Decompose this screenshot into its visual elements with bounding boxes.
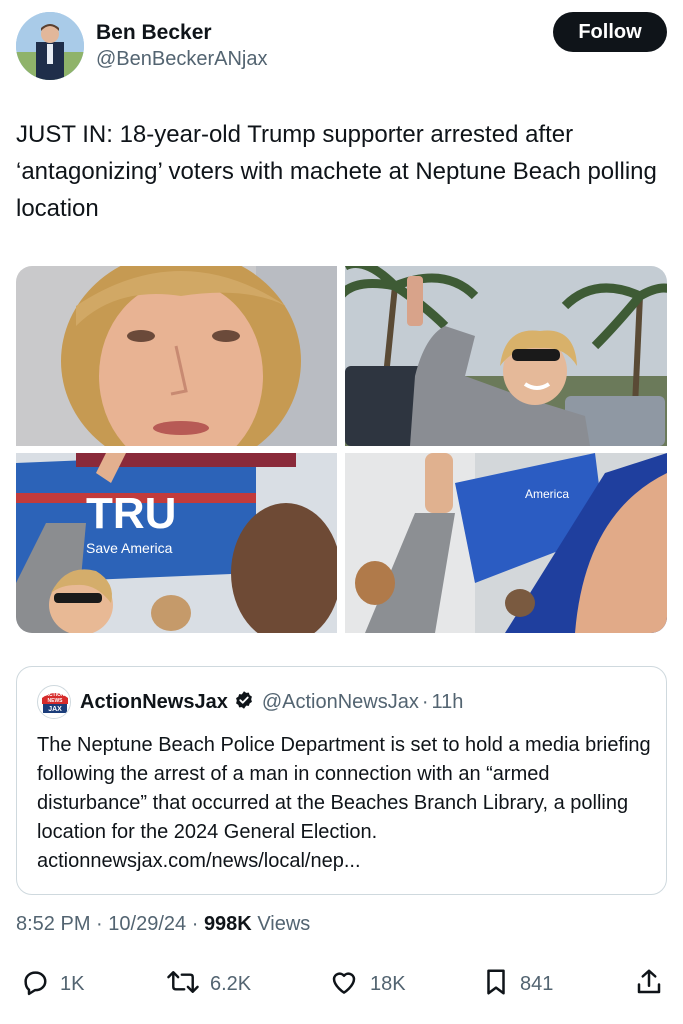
quoted-tweet-text: The Neptune Beach Police Department is s… — [37, 734, 651, 872]
author-handle[interactable]: @BenBeckerANjax — [96, 46, 267, 72]
media-grid: TRU Save America America — [16, 266, 667, 633]
meta-separator: · — [96, 913, 103, 935]
reply-button[interactable]: 1K — [20, 964, 84, 1004]
quoted-author-name[interactable]: ActionNewsJax — [80, 691, 228, 714]
media-photo-outdoor[interactable] — [345, 266, 667, 446]
author-names: Ben Becker @BenBeckerANjax — [96, 20, 267, 72]
media-photo-flag-closeup[interactable]: America — [345, 453, 667, 633]
tweet-text: JUST IN: 18-year-old Trump supporter arr… — [16, 121, 657, 222]
quoted-author-handle[interactable]: @ActionNewsJax — [262, 691, 419, 714]
bookmark-count: 841 — [520, 972, 554, 995]
share-icon — [634, 967, 664, 1002]
quoted-tweet-header: ACTION NEWS JAX ActionNewsJax @ActionNew… — [37, 685, 463, 719]
follow-button[interactable]: Follow — [553, 12, 667, 52]
views-count: 998K — [203, 913, 252, 935]
views-label: Views — [257, 913, 311, 935]
retweet-icon — [166, 967, 200, 1002]
tweet-header: Ben Becker @BenBeckerANjax Follow — [16, 12, 667, 80]
flag-text-small: America — [525, 487, 569, 501]
actionnewsjax-logo[interactable]: ACTION NEWS JAX — [37, 685, 71, 719]
quoted-tweet[interactable]: ACTION NEWS JAX ActionNewsJax @ActionNew… — [16, 666, 667, 895]
verified-badge-icon — [234, 690, 254, 715]
author-display-name[interactable]: Ben Becker — [96, 20, 267, 46]
media-photo-flag[interactable]: TRU Save America — [16, 453, 337, 633]
bookmark-icon — [482, 967, 510, 1002]
logo-text-news: NEWS — [48, 698, 64, 704]
media-photo-mugshot[interactable] — [16, 266, 337, 446]
tweet-meta: 8:52 PM · 10/29/24 · 998K Views — [16, 913, 310, 936]
author-avatar[interactable] — [16, 12, 84, 80]
reply-count: 1K — [60, 972, 85, 995]
tweet-time[interactable]: 8:52 PM — [16, 913, 90, 935]
quoted-timestamp[interactable]: 11h — [432, 691, 464, 714]
tweet-actions: 1K 6.2K 18K 841 — [16, 964, 667, 1004]
flag-subtext: Save America — [86, 540, 173, 556]
reply-icon — [20, 967, 50, 1002]
bookmark-button[interactable]: 841 — [482, 964, 553, 1004]
tweet-date[interactable]: 10/29/24 — [108, 913, 186, 935]
share-button[interactable] — [634, 964, 664, 1004]
like-count: 18K — [370, 972, 406, 995]
like-button[interactable]: 18K — [328, 964, 406, 1004]
like-icon — [328, 967, 360, 1002]
logo-text-jax: JAX — [48, 706, 62, 713]
retweet-count: 6.2K — [210, 972, 252, 995]
meta-separator: · — [191, 913, 199, 935]
retweet-button[interactable]: 6.2K — [166, 964, 251, 1004]
flag-text: TRU — [86, 489, 176, 538]
quoted-separator: · — [421, 690, 429, 713]
